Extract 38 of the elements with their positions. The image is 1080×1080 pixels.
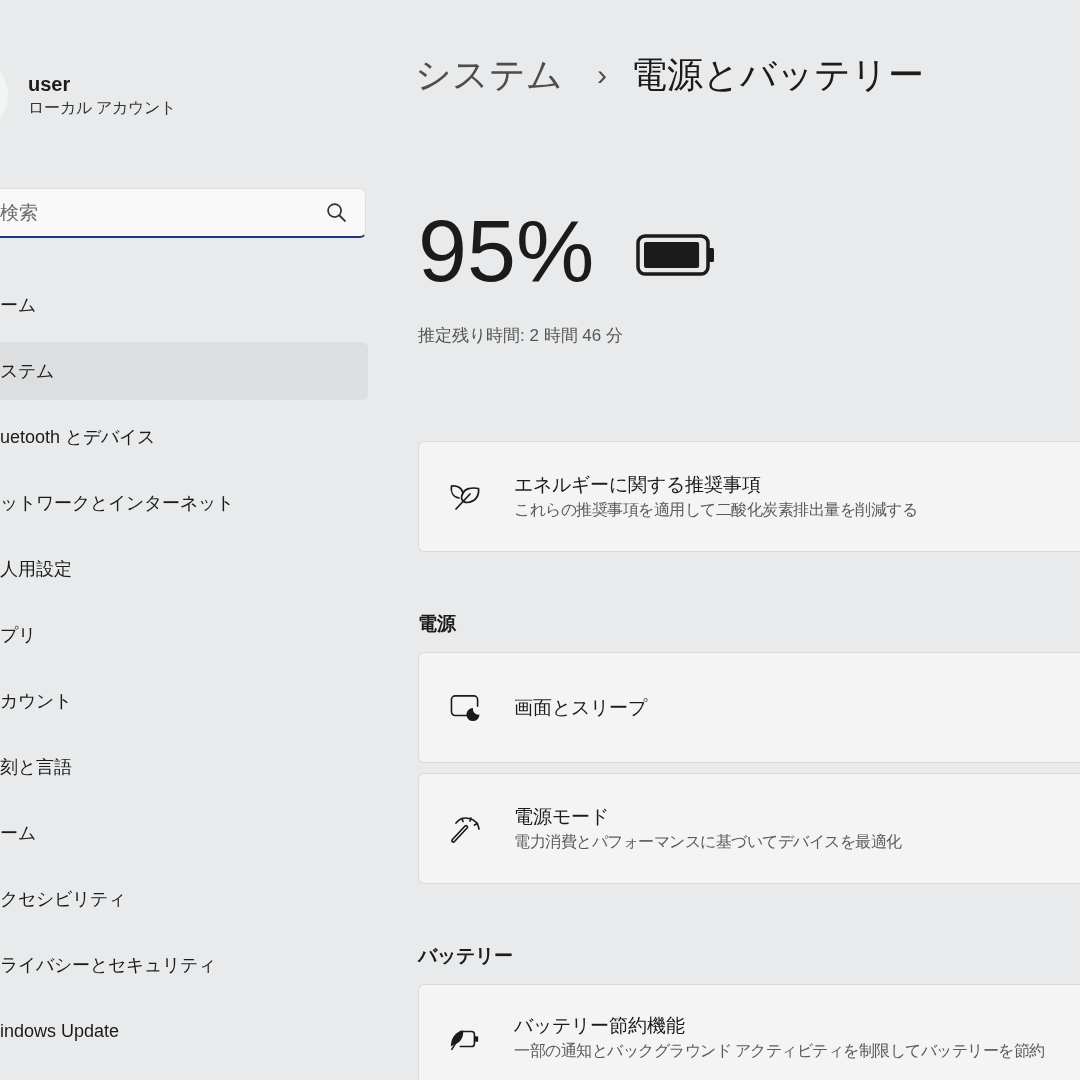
account-type: ローカル アカウント <box>28 98 177 118</box>
sidebar-item[interactable]: カウント <box>0 672 368 730</box>
settings-card[interactable]: バッテリー節約機能 一部の通知とバックグラウンド アクティビティを制限してバッテリーを節約 <box>418 984 1080 1080</box>
sidebar-item[interactable]: ーム <box>0 276 368 334</box>
account-name: user <box>28 72 72 97</box>
sidebar-item[interactable]: uetooth とデバイス <box>0 408 368 466</box>
card-description: これらの推奨事項を適用して二酸化炭素排出量を削減する <box>514 499 917 520</box>
sidebar-item[interactable]: 刻と言語 <box>0 738 368 796</box>
sidebar-item[interactable]: クセシビリティ <box>0 870 368 928</box>
search-field[interactable]: 検索 <box>0 188 366 238</box>
sidebar-item[interactable]: ーム <box>0 804 368 862</box>
battery-time-estimate: 推定残り時間: 2 時間 46 分 <box>418 325 623 347</box>
card-title: バッテリー節約機能 <box>514 1014 685 1038</box>
sidebar-item[interactable]: ライバシーとセキュリティ <box>0 936 368 994</box>
section-heading: バッテリー <box>418 944 513 968</box>
page-title: 電源とバッテリー <box>631 53 924 97</box>
sidebar-item[interactable]: 人用設定 <box>0 540 368 598</box>
leaf-icon <box>449 482 481 511</box>
breadcrumb-link[interactable]: システム <box>415 51 563 99</box>
sidebar-item[interactable]: indows Update <box>0 1002 368 1060</box>
settings-card[interactable]: エネルギーに関する推奨事項 これらの推奨事項を適用して二酸化炭素排出量を削減する <box>418 441 1080 552</box>
card-title: 電源モード <box>514 804 609 829</box>
section-heading: 電源 <box>418 612 456 636</box>
gauge-icon <box>449 814 481 843</box>
sidebar-item[interactable]: プリ <box>0 606 368 664</box>
settings-card[interactable]: 画面とスリープ <box>418 652 1080 763</box>
card-title: エネルギーに関する推奨事項 <box>514 472 761 497</box>
settings-card[interactable]: 電源モード 電力消費とパフォーマンスに基づいてデバイスを最適化 <box>418 773 1080 884</box>
search-icon[interactable] <box>327 203 346 222</box>
sidebar-item[interactable]: ステム <box>0 342 368 400</box>
battery-icon <box>636 234 717 276</box>
card-title: 画面とスリープ <box>514 695 647 720</box>
battery-percentage: 95% <box>418 207 595 295</box>
breadcrumb-separator: › <box>597 57 607 93</box>
card-description: 電力消費とパフォーマンスに基づいてデバイスを最適化 <box>514 831 902 852</box>
sidebar-item[interactable]: ットワークとインターネット <box>0 474 368 532</box>
card-description: 一部の通知とバックグラウンド アクティビティを制限してバッテリーを節約 <box>514 1041 1045 1061</box>
display-moon-icon <box>449 693 481 722</box>
